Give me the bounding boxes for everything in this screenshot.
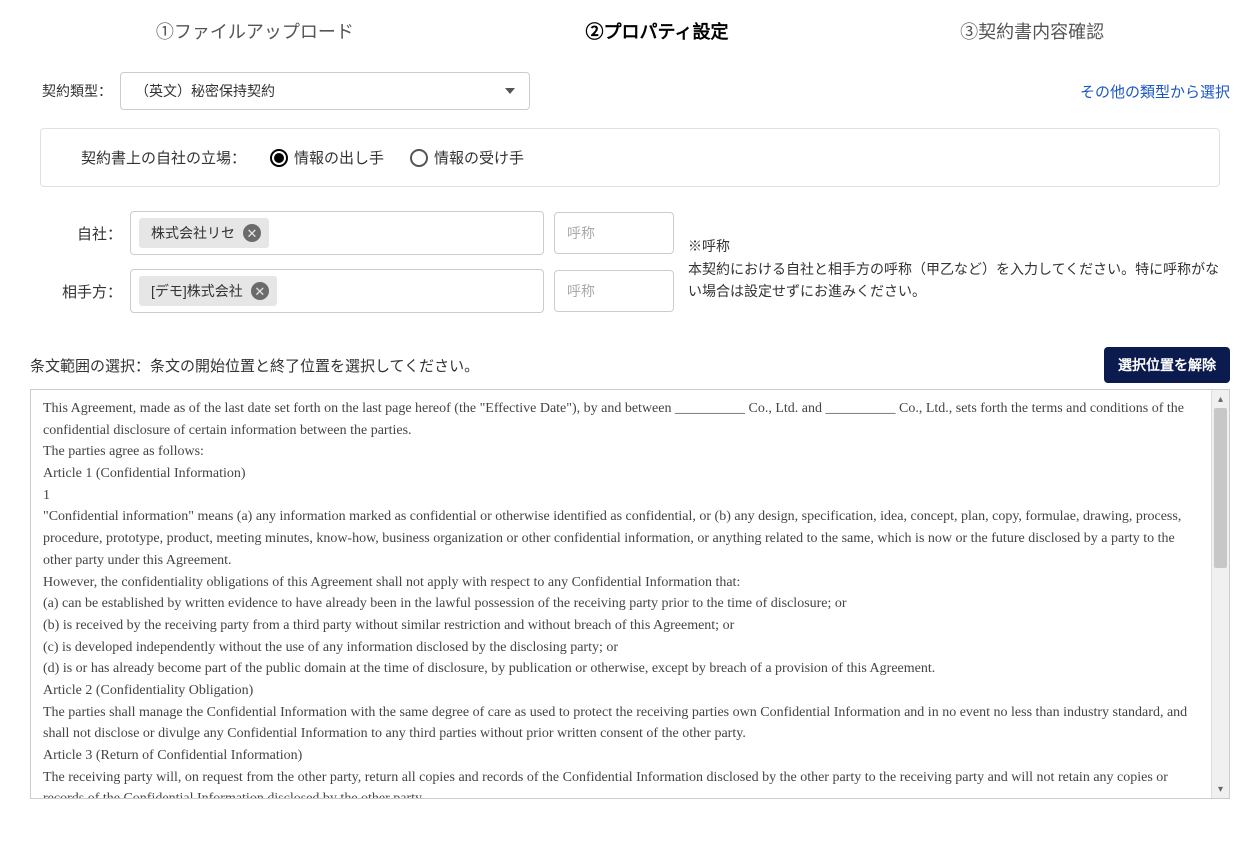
- alias-help-text: ※呼称 本契約における自社と相手方の呼称（甲乙など）を入力してください。特に呼称…: [674, 235, 1230, 302]
- radio-label: 情報の出し手: [294, 147, 384, 168]
- contract-type-value: （英文）秘密保持契約: [135, 81, 275, 101]
- close-icon[interactable]: ✕: [251, 282, 269, 300]
- alias-help-body: 本契約における自社と相手方の呼称（甲乙など）を入力してください。特に呼称がない場…: [688, 258, 1230, 303]
- radio-receiving-party[interactable]: 情報の受け手: [410, 147, 524, 168]
- radio-disclosing-party[interactable]: 情報の出し手: [270, 147, 384, 168]
- range-select-label: 条文範囲の選択：条文の開始位置と終了位置を選択してください。: [30, 355, 479, 376]
- clear-selection-button[interactable]: 選択位置を解除: [1104, 347, 1230, 383]
- document-viewer: This Agreement, made as of the last date…: [30, 389, 1230, 799]
- other-party-label: 相手方：: [60, 281, 130, 302]
- other-party-row: 相手方： [デモ]株式会社 ✕ 呼称: [30, 269, 674, 313]
- other-party-tag: [デモ]株式会社 ✕: [139, 276, 277, 306]
- own-party-row: 自社： 株式会社リセ ✕ 呼称: [30, 211, 674, 255]
- other-party-input[interactable]: [デモ]株式会社 ✕: [130, 269, 544, 313]
- step-indicator: ①ファイルアップロード ②プロパティ設定 ③契約書内容確認: [0, 0, 1260, 72]
- own-party-tag: 株式会社リセ ✕: [139, 218, 269, 248]
- contract-type-select[interactable]: （英文）秘密保持契約: [120, 72, 530, 110]
- step-2: ②プロパティ設定: [586, 18, 729, 44]
- chevron-down-icon: [505, 88, 515, 94]
- contract-type-label: 契約類型：: [30, 81, 120, 101]
- scroll-thumb[interactable]: [1214, 408, 1227, 568]
- document-text[interactable]: This Agreement, made as of the last date…: [31, 390, 1211, 798]
- other-type-link[interactable]: その他の類型から選択: [1080, 81, 1230, 102]
- scrollbar[interactable]: ▴ ▾: [1211, 390, 1229, 798]
- radio-checked-icon: [270, 149, 288, 167]
- own-party-label: 自社：: [60, 223, 130, 244]
- position-panel: 契約書上の自社の立場： 情報の出し手 情報の受け手: [40, 128, 1220, 187]
- step-1: ①ファイルアップロード: [156, 18, 354, 44]
- close-icon[interactable]: ✕: [243, 224, 261, 242]
- own-party-input[interactable]: 株式会社リセ ✕: [130, 211, 544, 255]
- own-party-tag-text: 株式会社リセ: [151, 223, 235, 243]
- other-party-alias-input[interactable]: 呼称: [554, 270, 674, 312]
- radio-unchecked-icon: [410, 149, 428, 167]
- scroll-down-icon[interactable]: ▾: [1212, 780, 1229, 798]
- contract-type-row: 契約類型： （英文）秘密保持契約 その他の類型から選択: [30, 72, 1230, 110]
- scroll-up-icon[interactable]: ▴: [1212, 390, 1229, 408]
- position-label: 契約書上の自社の立場：: [81, 147, 246, 168]
- alias-help-title: ※呼称: [688, 235, 1230, 257]
- own-party-alias-input[interactable]: 呼称: [554, 212, 674, 254]
- other-party-tag-text: [デモ]株式会社: [151, 281, 243, 301]
- radio-label: 情報の受け手: [434, 147, 524, 168]
- step-3: ③契約書内容確認: [960, 18, 1104, 44]
